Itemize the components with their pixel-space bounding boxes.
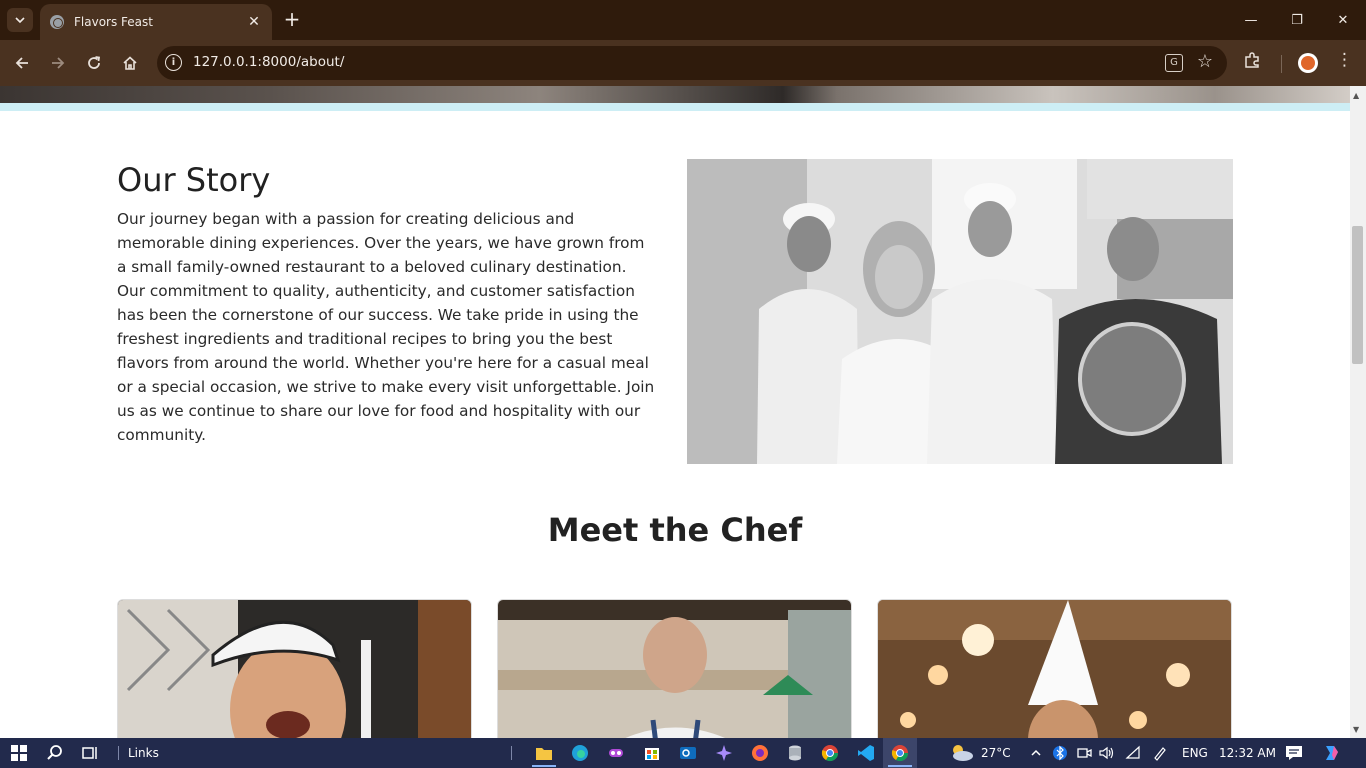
forward-button[interactable]	[46, 51, 70, 75]
more-menu-icon[interactable]: ⋮	[1336, 50, 1353, 70]
notifications-icon[interactable]	[1284, 743, 1304, 763]
vscode-icon[interactable]	[856, 743, 876, 763]
file-explorer-icon[interactable]	[534, 743, 554, 763]
copilot-sparkle-icon[interactable]	[714, 743, 734, 763]
show-hidden-icons-chevron[interactable]	[1026, 743, 1046, 763]
pen-icon[interactable]	[1150, 743, 1170, 763]
home-button[interactable]	[118, 51, 142, 75]
hero-image-bottom	[0, 86, 1350, 103]
clock-time[interactable]: 12:32 AM	[1219, 746, 1276, 760]
reload-button[interactable]	[82, 51, 106, 75]
chrome-icon[interactable]	[820, 743, 840, 763]
chrome-icon[interactable]	[890, 743, 910, 763]
meet-chef-title: Meet the Chef	[547, 511, 803, 549]
app-icon-purple[interactable]	[606, 743, 626, 763]
chef-photo	[118, 600, 471, 738]
weather-icon[interactable]	[948, 743, 974, 763]
story-title: Our Story	[117, 161, 271, 199]
active-app-indicator	[888, 765, 912, 767]
windows-start-icon[interactable]	[9, 743, 29, 763]
browser-toolbar: i 127.0.0.1:8000/about/ G ☆	[0, 40, 1366, 86]
avatar-icon	[1301, 56, 1315, 70]
url-text[interactable]: 127.0.0.1:8000/about/	[193, 54, 344, 70]
page-viewport: Our Story Our journey began with a passi…	[0, 86, 1350, 738]
active-app-indicator	[532, 765, 556, 767]
browser-tab-bar: Flavors Feast ✕ + — ❐ ✕	[0, 0, 1366, 40]
reload-icon	[88, 56, 101, 69]
address-bar[interactable]: i 127.0.0.1:8000/about/ G ☆	[157, 46, 1227, 80]
translate-icon[interactable]: G	[1165, 54, 1183, 72]
chef-photo	[878, 600, 1231, 738]
weather-temperature[interactable]: 27°C	[981, 746, 1011, 760]
tab-search-button[interactable]	[7, 8, 33, 32]
browser-tab[interactable]: Flavors Feast ✕	[40, 4, 272, 40]
scroll-up-icon[interactable]: ▲	[1353, 91, 1359, 100]
arrow-right-icon	[52, 57, 65, 69]
outlook-icon[interactable]	[678, 743, 698, 763]
bluetooth-icon[interactable]	[1050, 743, 1070, 763]
profile-avatar[interactable]	[1298, 53, 1318, 73]
firefox-icon[interactable]	[750, 743, 770, 763]
team-photo	[687, 159, 1233, 464]
chevron-down-icon	[15, 17, 25, 24]
meet-now-icon[interactable]	[1074, 743, 1094, 763]
taskbar-divider	[118, 746, 119, 760]
new-tab-button[interactable]: +	[282, 8, 302, 32]
wifi-icon[interactable]	[1123, 743, 1143, 763]
minimize-button[interactable]: —	[1228, 0, 1274, 40]
chef-card[interactable]	[117, 599, 472, 738]
back-button[interactable]	[10, 51, 34, 75]
links-toolbar-label[interactable]: Links	[128, 746, 159, 760]
scrollbar-thumb[interactable]	[1352, 226, 1363, 364]
tab-title: Flavors Feast	[74, 15, 153, 29]
copilot-icon[interactable]	[1322, 743, 1342, 763]
store-icon[interactable]	[642, 743, 662, 763]
arrow-left-icon	[15, 57, 28, 69]
search-icon[interactable]	[45, 743, 65, 763]
taskbar-divider	[511, 746, 512, 760]
task-view-icon[interactable]	[80, 743, 100, 763]
toolbar-divider	[1281, 55, 1282, 73]
database-icon[interactable]	[785, 743, 805, 763]
story-paragraph: Our journey began with a passion for cre…	[117, 210, 655, 444]
scroll-down-icon[interactable]: ▼	[1353, 725, 1359, 734]
chef-card[interactable]	[877, 599, 1232, 738]
close-window-button[interactable]: ✕	[1320, 0, 1366, 40]
windows-taskbar: Links 27°C ENG 12:32 AM	[0, 738, 1366, 768]
hero-accent-strip	[0, 103, 1350, 111]
team-photo-drawing	[687, 159, 1233, 464]
chef-card[interactable]	[497, 599, 852, 738]
site-info-icon[interactable]: i	[165, 54, 182, 71]
input-language[interactable]: ENG	[1182, 746, 1208, 760]
globe-icon	[50, 15, 64, 29]
volume-icon[interactable]	[1096, 743, 1116, 763]
chef-photo	[498, 600, 851, 738]
extensions-icon[interactable]	[1243, 51, 1261, 73]
restore-button[interactable]: ❐	[1274, 0, 1320, 40]
home-icon	[123, 56, 137, 70]
bookmark-star-icon[interactable]: ☆	[1197, 51, 1213, 72]
edge-icon[interactable]	[570, 743, 590, 763]
page-scrollbar[interactable]	[1350, 86, 1366, 738]
close-tab-icon[interactable]: ✕	[246, 14, 262, 30]
